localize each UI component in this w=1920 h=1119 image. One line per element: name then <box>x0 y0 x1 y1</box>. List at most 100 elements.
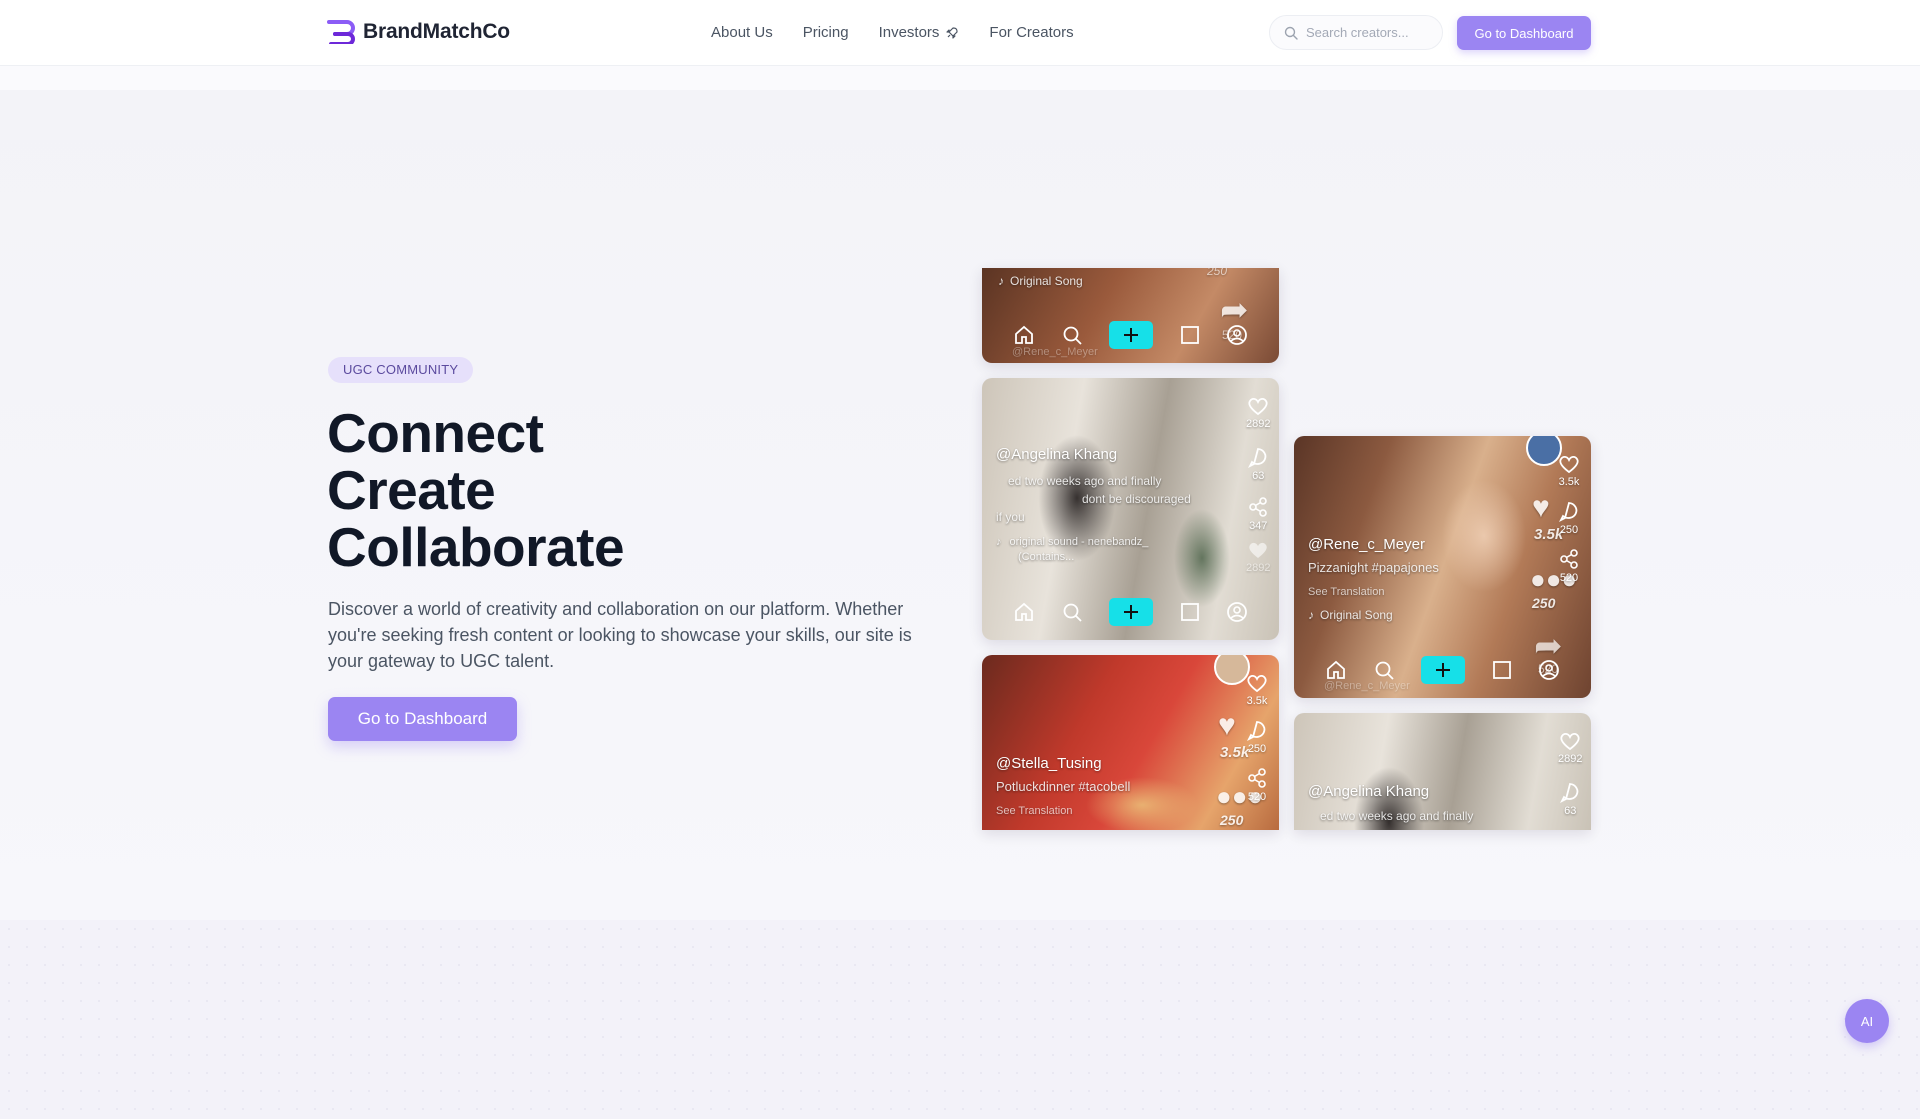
app-bottom-bar <box>982 598 1279 626</box>
username[interactable]: @Rene_c_Meyer <box>1308 536 1425 553</box>
inbox-icon[interactable] <box>1180 602 1200 622</box>
action-rail: 2892 63 347 2892 <box>1246 396 1270 574</box>
search-icon <box>1284 26 1298 40</box>
sound-label: original sound - nenebandz_ <box>1009 536 1149 548</box>
home-icon[interactable] <box>1013 601 1035 623</box>
see-translation-link[interactable]: See Translation <box>996 805 1072 817</box>
profile-icon[interactable] <box>1226 601 1248 623</box>
caption-line: ed two weeks ago and finally <box>1008 474 1162 488</box>
heart-icon[interactable] <box>1246 673 1268 693</box>
search-icon[interactable] <box>1061 324 1083 346</box>
action-rail: 2892 63 <box>1558 731 1582 817</box>
caption: Potluckdinner #tacobell <box>996 779 1131 794</box>
home-icon[interactable] <box>1325 659 1347 681</box>
search-icon[interactable] <box>1061 601 1083 623</box>
action-rail: 3.5k 250 520 <box>1558 454 1580 584</box>
heart-icon[interactable] <box>1558 454 1580 474</box>
see-translation-link[interactable]: See Translation <box>1308 586 1384 598</box>
heart-large-icon: ♥ <box>1218 709 1236 742</box>
share-icon[interactable] <box>1247 496 1269 518</box>
comment-count: 250 <box>1247 743 1267 755</box>
nav-label: Investors <box>878 24 940 41</box>
video-card[interactable]: @Stella_Tusing Potluckdinner #tacobell S… <box>982 655 1279 830</box>
comment-icon[interactable] <box>1247 446 1269 468</box>
song-row: ♪ Original Song <box>998 274 1083 288</box>
search-input[interactable] <box>1306 25 1426 40</box>
share-icon[interactable] <box>1246 767 1268 789</box>
comment-count: 250 <box>1559 524 1579 536</box>
heart-icon[interactable] <box>1247 396 1269 416</box>
rocket-icon <box>946 26 959 39</box>
action-rail: 3.5k 250 520 <box>1246 673 1268 803</box>
top-header: BrandMatchCo About Us Pricing Investors … <box>0 0 1920 66</box>
heart-large-icon: ♥ <box>1532 491 1550 524</box>
nav-label: About Us <box>711 24 773 41</box>
share-count: 520 <box>1559 572 1579 584</box>
headline-line: Create <box>327 459 496 521</box>
profile-icon[interactable] <box>1226 324 1248 346</box>
nav-about-us[interactable]: About Us <box>711 24 773 41</box>
comment-icon[interactable] <box>1246 719 1268 741</box>
headline-line: Collaborate <box>327 516 625 578</box>
sound-label-cont: (Contains... <box>1018 551 1075 563</box>
like-count: 2892 <box>1246 418 1271 430</box>
music-note-icon: ♪ <box>996 536 1002 548</box>
logo-icon <box>327 20 355 44</box>
username[interactable]: @Angelina Khang <box>996 446 1117 463</box>
app-bottom-bar <box>982 321 1279 349</box>
caption-line: dont be discouraged <box>1082 492 1191 506</box>
plus-icon <box>1124 605 1139 619</box>
nav-investors[interactable]: Investors <box>879 24 960 41</box>
comment-count: 63 <box>1252 470 1265 482</box>
like-count: 3.5k <box>1558 476 1580 488</box>
share-count: 347 <box>1249 520 1268 532</box>
app-bottom-bar <box>1294 656 1591 684</box>
header-dashboard-button[interactable]: Go to Dashboard <box>1457 16 1591 50</box>
inbox-icon[interactable] <box>1180 325 1200 345</box>
like-count: 3.5k <box>1246 695 1268 707</box>
song-label: Original Song <box>1320 608 1393 622</box>
ugc-community-badge: UGC COMMUNITY <box>328 357 474 383</box>
big-comment-count: 250 <box>1532 595 1556 611</box>
comment-icon[interactable] <box>1559 781 1581 803</box>
caption: Pizzanight #papajones <box>1308 560 1439 575</box>
song-label: Original Song <box>1010 274 1083 288</box>
profile-icon[interactable] <box>1538 659 1560 681</box>
comment-count: 63 <box>1564 805 1577 817</box>
hero-dashboard-button[interactable]: Go to Dashboard <box>328 697 517 741</box>
search-icon[interactable] <box>1373 659 1395 681</box>
hero-description: Discover a world of creativity and colla… <box>328 599 912 671</box>
headline-line: Connect <box>327 402 544 464</box>
like-count-ghost: 2892 <box>1246 562 1271 574</box>
comment-icon[interactable] <box>1558 500 1580 522</box>
nav-for-creators[interactable]: For Creators <box>989 24 1073 41</box>
caption-line: if you <box>996 510 1025 524</box>
main-nav: About Us Pricing Investors For Creators <box>711 24 1104 41</box>
nav-label: For Creators <box>989 24 1074 41</box>
create-button[interactable] <box>1109 321 1154 349</box>
video-card[interactable]: @Rene_c_Meyer Pizzanight #papajones See … <box>1294 436 1591 698</box>
video-card[interactable]: ♪ Original Song 250 ➦ 520 @Rene_c_Meyer <box>982 268 1279 363</box>
heart-filled-icon <box>1249 542 1267 558</box>
username[interactable]: @Angelina Khang <box>1308 783 1429 800</box>
video-card[interactable]: @Angelina Khang ed two weeks ago and fin… <box>982 378 1279 640</box>
music-note-icon: ♪ <box>1308 608 1314 622</box>
video-card[interactable]: @Angelina Khang ed two weeks ago and fin… <box>1294 713 1591 830</box>
lower-section-background <box>0 920 1920 1119</box>
search-box[interactable] <box>1269 15 1443 50</box>
big-comment-count: 250 <box>1220 812 1244 828</box>
hero-headline: Connect Create Collaborate <box>327 402 625 578</box>
share-icon[interactable] <box>1558 548 1580 570</box>
home-icon[interactable] <box>1013 324 1035 346</box>
create-button[interactable] <box>1421 656 1466 684</box>
sound-row: ♪ original sound - nenebandz_ <box>996 536 1148 548</box>
heart-icon[interactable] <box>1559 731 1581 751</box>
username[interactable]: @Stella_Tusing <box>996 755 1102 772</box>
count-label: 250 <box>1207 268 1228 278</box>
inbox-icon[interactable] <box>1492 660 1512 680</box>
create-button[interactable] <box>1109 598 1154 626</box>
logo[interactable]: BrandMatchCo <box>327 20 510 44</box>
ai-assistant-button[interactable]: AI <box>1845 999 1889 1043</box>
song-row: ♪ Original Song <box>1308 608 1393 622</box>
nav-pricing[interactable]: Pricing <box>803 24 849 41</box>
